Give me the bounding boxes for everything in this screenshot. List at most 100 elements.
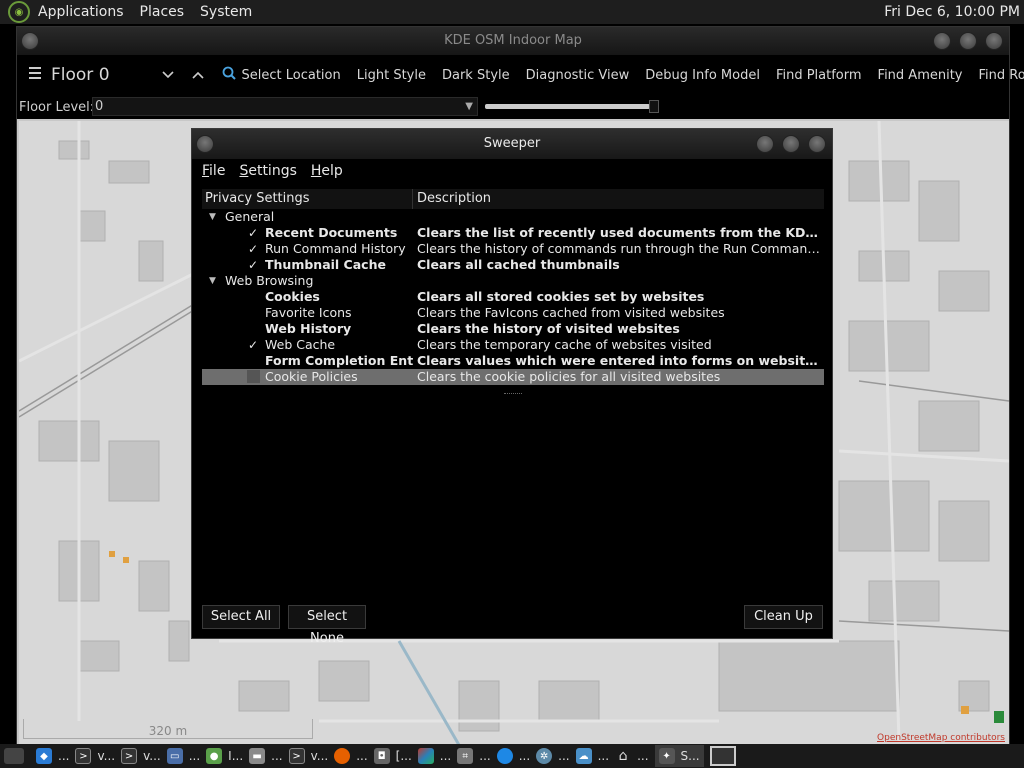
splitter-handle[interactable] [504, 393, 522, 395]
close-icon[interactable] [985, 32, 1003, 50]
task-terminal-2[interactable]: > v... [121, 745, 161, 767]
help-menu[interactable]: Help [311, 163, 343, 179]
places-menu[interactable]: Places [132, 0, 193, 24]
maximize-icon[interactable] [959, 32, 977, 50]
show-desktop-button[interactable] [4, 745, 30, 767]
workspace-switcher[interactable] [709, 745, 736, 767]
app-toolbar: Floor 0 Select Location Light Style Dark… [17, 55, 1024, 95]
map-scale: 320 m [23, 719, 313, 739]
task-label: ... [637, 749, 649, 763]
tree-item-cookie-policies[interactable]: Cookie Policies Clears the cookie polici… [202, 369, 824, 385]
task-browser[interactable]: ... [496, 745, 530, 767]
checkbox-cookie-policies[interactable] [247, 370, 260, 383]
tree-item-web-cache[interactable]: ✓ Web Cache Clears the temporary cache o… [202, 337, 824, 353]
item-description: Clears the list of recently used documen… [417, 225, 821, 240]
tree-item-cookies[interactable]: Cookies Clears all stored cookies set by… [202, 289, 824, 305]
tree-item-run-command-history[interactable]: ✓ Run Command History Clears the history… [202, 241, 824, 257]
clean-up-button[interactable]: Clean Up [744, 605, 823, 629]
sweeper-title: Sweeper [483, 136, 541, 151]
tree-item-favorite-icons[interactable]: Favorite Icons Clears the FavIcons cache… [202, 305, 824, 321]
select-location-button[interactable]: Select Location [242, 68, 341, 83]
task-label: S... [680, 749, 700, 763]
sweeper-close-icon[interactable] [808, 135, 826, 153]
task-label: I... [228, 749, 244, 763]
description-column-header[interactable]: Description [413, 189, 491, 209]
diagnostic-view-button[interactable]: Diagnostic View [526, 68, 630, 83]
task-screenshot[interactable]: ⌗... [457, 745, 491, 767]
file-menu[interactable]: File [202, 163, 225, 179]
settings-menu[interactable]: Settings [239, 163, 296, 179]
checkbox-web-cache[interactable]: ✓ [246, 337, 260, 353]
hamburger-menu-icon[interactable] [29, 67, 43, 83]
checkbox-recent-documents[interactable]: ✓ [246, 225, 260, 241]
app-titlebar[interactable]: KDE OSM Indoor Map [17, 27, 1009, 55]
task-window[interactable]: ▭... [166, 745, 201, 767]
task-paint[interactable]: ... [417, 745, 452, 767]
checkbox-thumbnail-cache[interactable]: ✓ [246, 257, 260, 273]
debug-info-model-button[interactable]: Debug Info Model [645, 68, 760, 83]
system-menu[interactable]: System [192, 0, 260, 24]
tree-group-general[interactable]: ▼ General [202, 209, 824, 225]
expand-arrow-icon[interactable]: ▼ [209, 273, 216, 289]
tree-item-form-completion-entries[interactable]: Form Completion Entries Clears values wh… [202, 353, 824, 369]
window-menu-icon[interactable] [21, 32, 39, 50]
task-app[interactable]: ● I... [206, 745, 243, 767]
map-attribution-link[interactable]: OpenStreetMap contributors [877, 733, 1005, 743]
item-label: Cookies [265, 289, 320, 304]
find-room-button[interactable]: Find Room [979, 68, 1024, 83]
expand-arrow-icon[interactable]: ▼ [209, 209, 216, 225]
floor-slider-fill [485, 104, 651, 109]
task-vscode[interactable]: ◆... [36, 745, 69, 767]
minimize-icon[interactable] [933, 32, 951, 50]
distro-logo-icon[interactable]: ◉ [8, 1, 30, 23]
privacy-tree: Privacy Settings Description ▼ General ✓… [202, 189, 824, 399]
find-amenity-button[interactable]: Find Amenity [878, 68, 963, 83]
sweeper-maximize-icon[interactable] [782, 135, 800, 153]
item-label: Web History [265, 321, 352, 336]
task-label: ... [188, 749, 201, 763]
terminal-icon: > [121, 748, 138, 764]
select-all-button[interactable]: Select All [202, 605, 280, 629]
task-terminal-1[interactable]: > v... [75, 745, 115, 767]
item-label: Web Cache [265, 337, 336, 352]
task-sweeper[interactable]: ✦ S... [654, 745, 704, 767]
tree-item-recent-documents[interactable]: ✓ Recent Documents Clears the list of re… [202, 225, 824, 241]
task-folder[interactable]: ▬... [249, 745, 283, 767]
find-platform-button[interactable]: Find Platform [776, 68, 862, 83]
floor-title: Floor 0 [51, 65, 110, 85]
task-camera[interactable]: ◘ [... [373, 745, 412, 767]
dark-style-button[interactable]: Dark Style [442, 68, 510, 83]
task-label: v... [97, 749, 116, 763]
checkbox-run-command-history[interactable]: ✓ [246, 241, 260, 257]
tree-item-thumbnail-cache[interactable]: ✓ Thumbnail Cache Clears all cached thum… [202, 257, 824, 273]
floor-down-icon[interactable] [161, 67, 174, 83]
sweeper-window-menu-icon[interactable] [196, 135, 214, 153]
item-label: Thumbnail Cache [265, 257, 386, 272]
task-firefox[interactable]: ... [334, 745, 368, 767]
sweeper-button-bar: Select All Select None Clean Up [192, 605, 832, 646]
task-weather[interactable]: ☁... [575, 745, 609, 767]
tree-group-web-browsing[interactable]: ▼ Web Browsing [202, 273, 824, 289]
floor-slider-handle[interactable] [649, 100, 659, 113]
sweeper-titlebar[interactable]: Sweeper [192, 129, 832, 159]
floor-up-icon[interactable] [191, 67, 204, 83]
clock[interactable]: Fri Dec 6, 10:00 PM [884, 0, 1020, 24]
select-none-button[interactable]: Select None [288, 605, 366, 646]
sweeper-minimize-icon[interactable] [756, 135, 774, 153]
task-label: v... [310, 749, 329, 763]
applications-menu[interactable]: Applications [30, 0, 132, 24]
task-label: ... [271, 749, 283, 763]
floor-slider[interactable] [485, 100, 659, 113]
task-settings[interactable]: ✲... [536, 745, 570, 767]
task-home[interactable]: ⌂... [615, 745, 649, 767]
task-terminal-3[interactable]: > v... [288, 745, 329, 767]
item-description: Clears the history of visited websites [417, 321, 680, 336]
privacy-settings-column-header[interactable]: Privacy Settings [202, 189, 413, 209]
item-label: Run Command History [265, 241, 406, 256]
task-label: ... [439, 749, 452, 763]
floor-level-combo[interactable]: 0 ▼ [92, 97, 478, 116]
folder-icon: ▬ [249, 748, 266, 764]
task-label: ... [356, 749, 368, 763]
light-style-button[interactable]: Light Style [357, 68, 426, 83]
tree-item-web-history[interactable]: Web History Clears the history of visite… [202, 321, 824, 337]
